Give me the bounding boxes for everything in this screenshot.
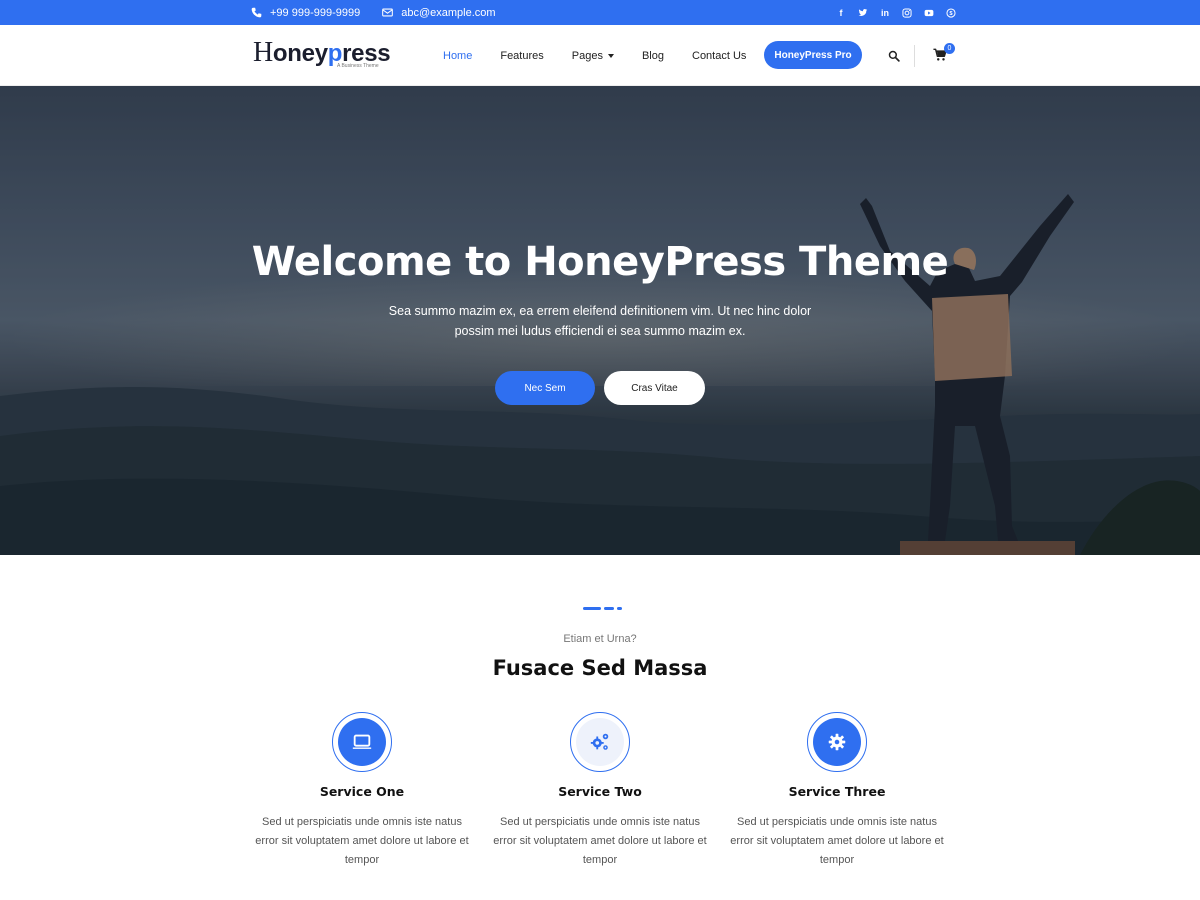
honeypress-pro-button[interactable]: HoneyPress Pro xyxy=(764,41,862,69)
twitter-icon[interactable] xyxy=(858,8,868,18)
service-icon-circle xyxy=(576,718,624,766)
hero-subtitle: Sea summo mazim ex, ea errem eleifend de… xyxy=(388,304,812,338)
service-title: Service Three xyxy=(788,784,886,799)
nav-home[interactable]: Home xyxy=(443,50,472,62)
contact-info: +99 999-999-9999 abc@example.com xyxy=(251,0,496,25)
cras-vitae-button[interactable]: Cras Vitae xyxy=(604,371,705,405)
service-text: Sed ut perspiciatis unde omnis iste natu… xyxy=(730,816,944,866)
phone-number: +99 999-999-9999 xyxy=(270,6,361,19)
envelope-icon xyxy=(382,8,394,17)
caret-down-icon xyxy=(607,53,614,58)
service-text: Sed ut perspiciatis unde omnis iste natu… xyxy=(255,816,469,866)
gear-icon xyxy=(828,733,846,751)
section-accent xyxy=(583,607,622,610)
service-icon-circle xyxy=(813,718,861,766)
nav-pages[interactable]: Pages xyxy=(572,50,614,62)
hero-banner: Welcome to HoneyPress Theme Sea summo ma… xyxy=(0,86,1200,555)
main-nav: Home Features Pages Blog Contact Us xyxy=(443,25,774,86)
service-card-two: Service Two Sed ut perspiciatis unde omn… xyxy=(480,712,720,870)
nav-blog[interactable]: Blog xyxy=(642,50,664,62)
service-title: Service Two xyxy=(558,784,642,799)
section-eyebrow: Etiam et Urna? xyxy=(563,633,637,645)
cart-count-badge: 0 xyxy=(944,43,955,54)
facebook-icon[interactable]: f xyxy=(836,8,846,18)
top-bar: +99 999-999-9999 abc@example.com f in S xyxy=(0,0,1200,25)
laptop-icon xyxy=(352,734,372,749)
nav-features[interactable]: Features xyxy=(500,50,543,62)
service-title: Service One xyxy=(319,784,405,799)
social-links: f in S xyxy=(836,0,956,25)
site-header: Honeypress A Business Theme Home Feature… xyxy=(0,25,1200,86)
service-card-three: Service Three Sed ut perspiciatis unde o… xyxy=(717,712,957,870)
gears-icon xyxy=(590,733,609,750)
nec-sem-button[interactable]: Nec Sem xyxy=(495,371,595,405)
hero-title: Welcome to HoneyPress Theme xyxy=(251,239,949,285)
site-logo[interactable]: Honeypress A Business Theme xyxy=(253,38,391,70)
header-divider xyxy=(914,45,915,67)
logo-tagline: A Business Theme xyxy=(337,63,379,69)
email-contact[interactable]: abc@example.com xyxy=(382,6,496,19)
youtube-icon[interactable] xyxy=(924,8,934,18)
nav-contact-us[interactable]: Contact Us xyxy=(692,50,746,62)
phone-contact[interactable]: +99 999-999-9999 xyxy=(251,7,360,19)
section-title: Fusace Sed Massa xyxy=(492,656,708,680)
service-text: Sed ut perspiciatis unde omnis iste natu… xyxy=(493,816,707,866)
linkedin-icon[interactable]: in xyxy=(880,8,890,18)
skype-icon[interactable]: S xyxy=(946,7,956,18)
phone-icon xyxy=(251,7,262,18)
svg-text:S: S xyxy=(949,10,953,16)
service-card-one: Service One Sed ut perspiciatis unde omn… xyxy=(242,712,482,870)
search-icon[interactable] xyxy=(888,50,900,62)
service-icon-circle xyxy=(338,718,386,766)
email-address: abc@example.com xyxy=(401,6,496,19)
instagram-icon[interactable] xyxy=(902,7,912,18)
